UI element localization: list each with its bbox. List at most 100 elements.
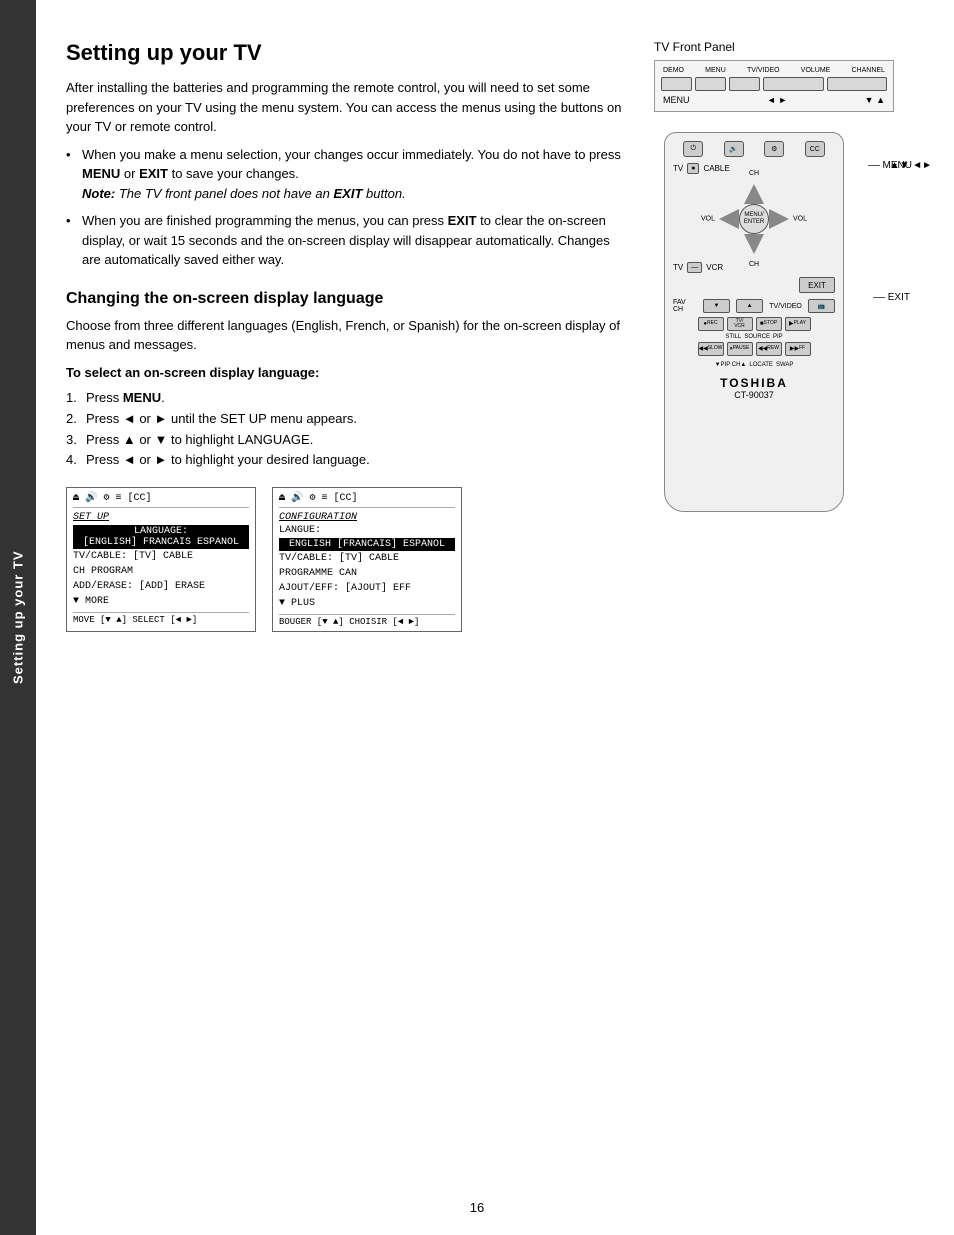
fp-bottom-row: MENU ◄ ► ▼ ▲ <box>661 95 887 105</box>
remote-pause-btn: ⏸PAUSE <box>727 342 753 356</box>
remote-slow-btn: ◀◀SLOW <box>698 342 724 356</box>
dpad-label-ch-dn: CH <box>749 261 759 268</box>
fp-top-labels: DEMO MENU TV/VIDEO VOLUME CHANNEL <box>661 67 887 74</box>
menu-title-config: CONFIGURATION <box>279 512 455 523</box>
icon-eject: ⏏ <box>73 492 79 504</box>
remote-btn-setup: ⚙ <box>764 141 784 157</box>
remote-label-tv2: TV <box>673 263 683 272</box>
remote-slow-row: ◀◀SLOW ⏸PAUSE ◀◀REW ▶▶FF <box>673 342 835 356</box>
fp-buttons-row <box>661 77 887 91</box>
remote-btn-cc: CC <box>805 141 825 157</box>
remote-side-exit-label: EXIT <box>873 292 910 303</box>
remote-tvvideo-btn: 📺 <box>808 299 835 313</box>
remote-btn-power: ⏻ <box>683 141 703 157</box>
fp-btn-tvvideo <box>729 77 760 91</box>
remote-model: CT-90037 <box>673 390 835 400</box>
fp-label-volume: VOLUME <box>801 67 831 74</box>
menu-lang-highlight: LANGUAGE: [ENGLISH] FRANCAIS ESPANOL <box>73 525 249 549</box>
tv-front-panel-label: TV Front Panel <box>654 40 924 54</box>
dpad-center: MENU/ENTER <box>739 204 769 234</box>
front-panel-container: DEMO MENU TV/VIDEO VOLUME CHANNEL <box>654 60 914 112</box>
remote-wrapper: ⏻ 🔊 ⚙ CC TV ● CABLE <box>654 132 904 512</box>
remote-top-icons: ⏻ 🔊 ⚙ CC <box>673 141 835 157</box>
menu-row3-right: AJOUT/EFF: [AJOUT] EFF <box>279 581 455 596</box>
remote-locate-label: LOCATE <box>749 362 773 368</box>
remote-brand: TOSHIBA <box>673 376 835 390</box>
remote-switch: ● <box>687 163 699 174</box>
menu-box-config: ⏏ 🔊 ⚙ ≡ [CC] CONFIGURATION LANGUE: ENGLI… <box>272 487 462 632</box>
fp-label-channel: CHANNEL <box>852 67 885 74</box>
remote-still-label: STILL <box>725 334 741 340</box>
steps-heading: To select an on-screen display language: <box>66 363 624 383</box>
remote-fav-dn: ▼ <box>703 299 730 313</box>
dpad-left <box>719 209 739 229</box>
remote-label-tvvideo: TV/VIDEO <box>769 303 802 310</box>
menu-row3-left: ADD/ERASE: [ADD] ERASE <box>73 579 249 594</box>
section2-title: Changing the on-screen display language <box>66 290 624 308</box>
page-title: Setting up your TV <box>66 40 624 66</box>
remote-rec-row: ●REC TV/VCR ■STOP ▶PLAY <box>673 317 835 331</box>
remote-source-label: SOURCE <box>744 334 770 340</box>
menu-icons-row-right: ⏏ 🔊 ⚙ ≡ [CC] <box>279 492 455 508</box>
icon-cc: [CC] <box>128 493 152 504</box>
menu-lang-highlight-r: ENGLISH [FRANCAIS] ESPANOL <box>279 538 455 551</box>
dpad-label-vol-l: VOL <box>701 216 715 223</box>
icon-settings: ⚙ <box>103 492 109 504</box>
icon-vol: 🔊 <box>85 492 97 504</box>
steps-list: 1. Press MENU. 2. Press ◄ or ► until the… <box>66 388 624 471</box>
remote-switch2: — <box>687 262 702 273</box>
remote-fav-row: FAV CH ▼ ▲ TV/VIDEO 📺 <box>673 299 835 313</box>
sidebar-label: Setting up your TV <box>11 551 26 685</box>
icon-caption: ≡ <box>116 493 122 504</box>
fp-btn-menu <box>695 77 726 91</box>
menu-row2-right: PROGRAMME CAN <box>279 566 455 581</box>
icon-cc-r: [CC] <box>334 493 358 504</box>
menu-row2-left: CH PROGRAM <box>73 564 249 579</box>
menu-bottom-left: MOVE [▼ ▲] SELECT [◄ ►] <box>73 612 249 625</box>
icon-settings-r: ⚙ <box>309 492 315 504</box>
fp-btn-channel <box>827 77 887 91</box>
remote-stop-btn: ■STOP <box>756 317 782 331</box>
remote-label-tv: TV <box>673 164 683 173</box>
icon-eject-r: ⏏ <box>279 492 285 504</box>
step-2: 2. Press ◄ or ► until the SET UP menu ap… <box>66 409 624 430</box>
fp-label-demo: DEMO <box>663 67 684 74</box>
menu-row4-right: ▼ PLUS <box>279 596 455 611</box>
remote-exit-btn: EXIT <box>799 277 835 293</box>
remote-fav-up: ▲ <box>736 299 763 313</box>
menu-row4-left: ▼ MORE <box>73 594 249 609</box>
remote-exit-row: EXIT <box>673 277 835 293</box>
menu-row1-right: TV/CABLE: [TV] CABLE <box>279 551 455 566</box>
fp-label-menu: MENU <box>705 67 726 74</box>
remote-rew-btn: ◀◀REW <box>756 342 782 356</box>
remote-ff-btn: ▶▶FF <box>785 342 811 356</box>
icon-caption-r: ≡ <box>322 493 328 504</box>
icon-vol-r: 🔊 <box>291 492 303 504</box>
fp-bottom-arrows1: ◄ ► <box>767 95 787 105</box>
fp-btn-demo <box>661 77 692 91</box>
section2-intro: Choose from three different languages (E… <box>66 316 624 355</box>
remote-diagram: ⏻ 🔊 ⚙ CC TV ● CABLE <box>664 132 844 512</box>
dpad-label-vol-r: VOL <box>793 216 807 223</box>
dpad-area: CH VOL MENU/ENTER VOL CH <box>673 184 835 254</box>
menu-bottom-right: BOUGER [▼ ▲] CHOISIR [◄ ►] <box>279 614 455 627</box>
remote-pipch-label: ▼PIP CH▲ <box>715 362 747 368</box>
dpad-right <box>769 209 789 229</box>
step-3: 3. Press ▲ or ▼ to highlight LANGUAGE. <box>66 430 624 451</box>
remote-pip-label: PIP <box>773 334 783 340</box>
menu-lang-label-r: LANGUE: <box>279 525 321 536</box>
dpad: CH VOL MENU/ENTER VOL CH <box>719 184 789 254</box>
remote-play-btn: ▶PLAY <box>785 317 811 331</box>
dpad-label-ch-up: CH <box>749 170 759 177</box>
remote-still-row: STILL SOURCE PIP <box>673 334 835 340</box>
remote-label-cable: CABLE <box>703 164 729 173</box>
fp-btn-volume <box>763 77 823 91</box>
dpad-down <box>744 234 764 254</box>
remote-label-favch: FAV CH <box>673 299 697 313</box>
bullet-item-1: When you make a menu selection, your cha… <box>66 145 624 204</box>
remote-pip-row: ▼PIP CH▲ LOCATE SWAP <box>673 362 835 368</box>
remote-rec-btn: ●REC <box>698 317 724 331</box>
menu-screenshots: ⏏ 🔊 ⚙ ≡ [CC] SET UP LANGUAGE: [ENGLISH] … <box>66 487 624 632</box>
sidebar: Setting up your TV <box>0 0 36 1235</box>
fp-label-tvvideo: TV/VIDEO <box>747 67 780 74</box>
